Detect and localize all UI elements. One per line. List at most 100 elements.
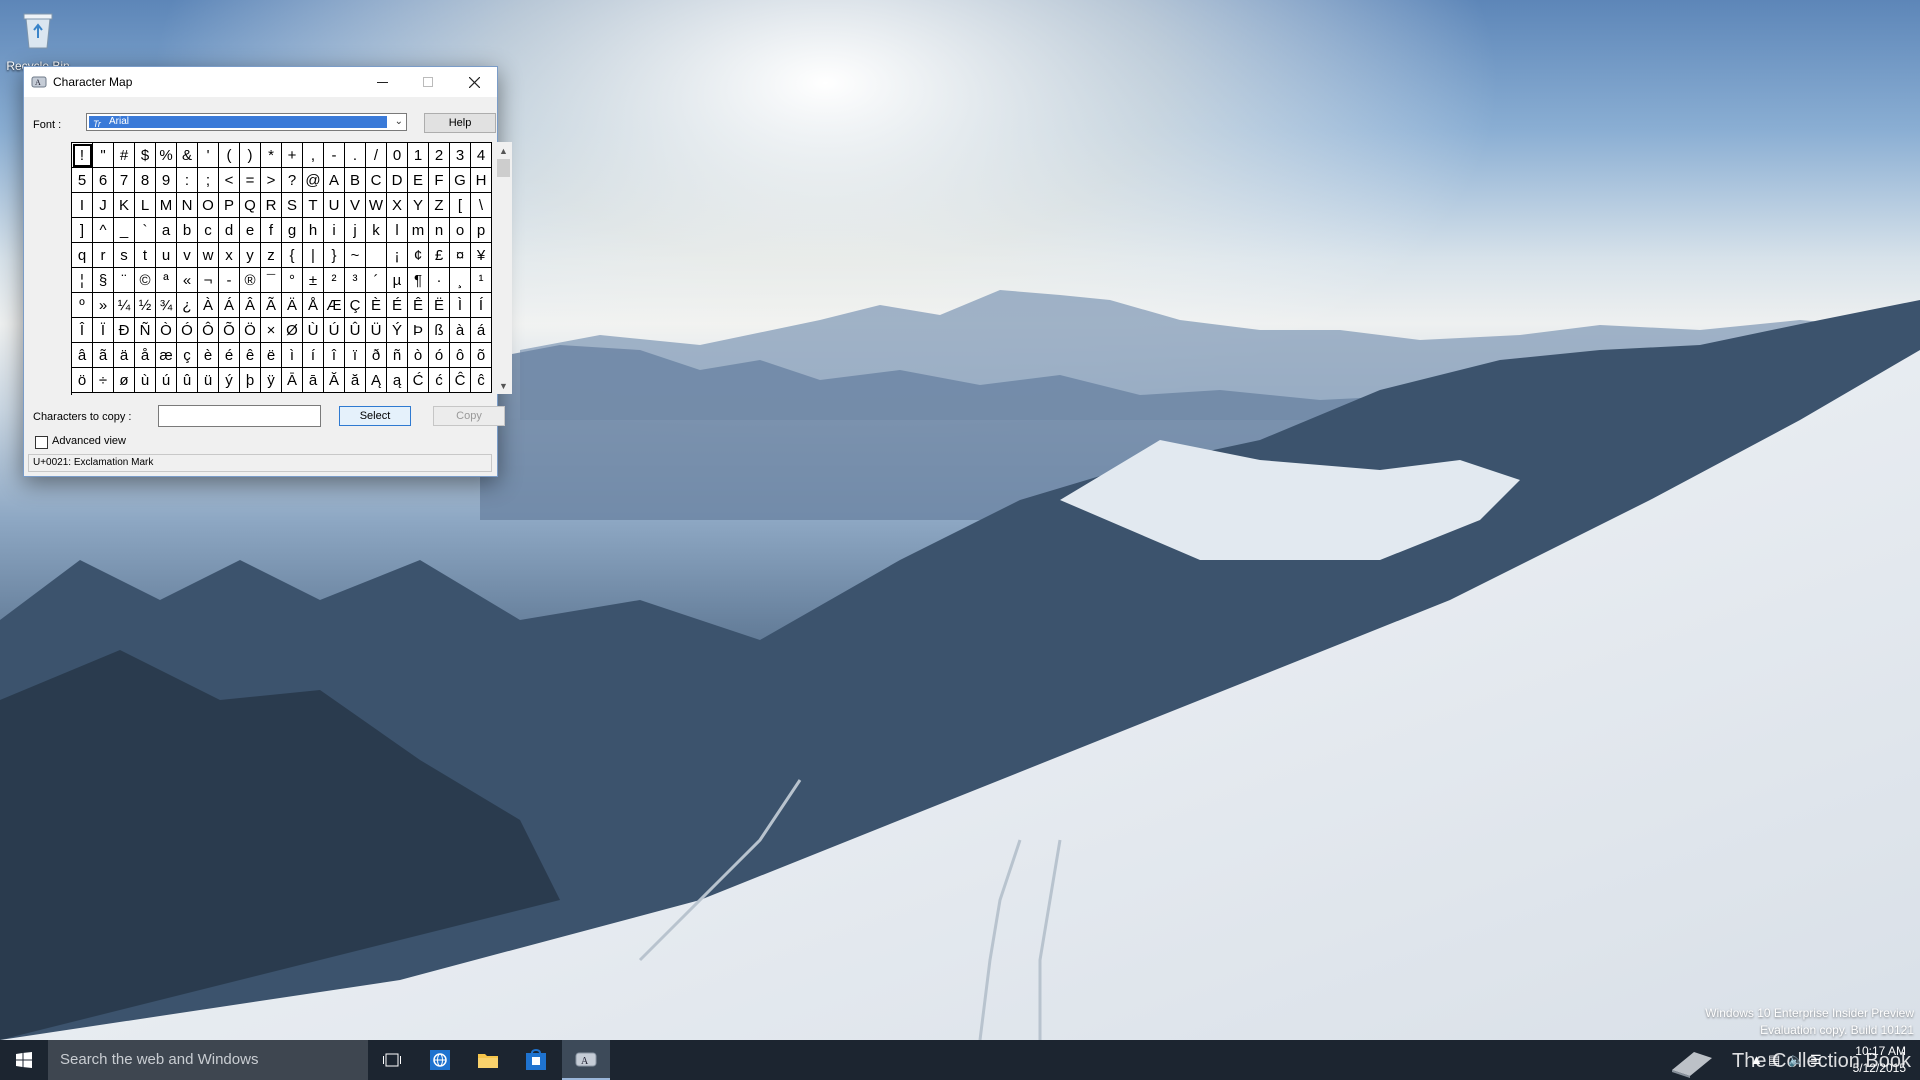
char-cell[interactable]: h	[303, 218, 324, 243]
char-cell[interactable]: ¦	[72, 268, 93, 293]
char-cell[interactable]: Ï	[93, 318, 114, 343]
char-cell[interactable]: ô	[450, 343, 471, 368]
char-cell[interactable]: º	[72, 293, 93, 318]
char-cell[interactable]: ^	[93, 218, 114, 243]
char-cell[interactable]: ò	[408, 343, 429, 368]
char-cell[interactable]: ¿	[177, 293, 198, 318]
char-cell[interactable]: O	[198, 193, 219, 218]
char-cell[interactable]: Þ	[408, 318, 429, 343]
char-cell[interactable]: Ă	[324, 368, 345, 393]
char-cell[interactable]: B	[345, 168, 366, 193]
char-cell[interactable]: ÿ	[261, 368, 282, 393]
taskbar-character-map[interactable]: A	[562, 1040, 610, 1080]
char-cell[interactable]: (	[219, 143, 240, 168]
help-button[interactable]: Help	[424, 113, 496, 133]
char-cell[interactable]: j	[345, 218, 366, 243]
char-cell[interactable]: M	[156, 193, 177, 218]
char-cell[interactable]: þ	[240, 368, 261, 393]
char-cell[interactable]: ·	[429, 268, 450, 293]
char-cell[interactable]: ¤	[450, 243, 471, 268]
char-cell[interactable]: ë	[261, 343, 282, 368]
char-cell[interactable]: ¢	[408, 243, 429, 268]
char-cell[interactable]: ý	[219, 368, 240, 393]
char-cell[interactable]: F	[429, 168, 450, 193]
char-cell[interactable]: ¸	[450, 268, 471, 293]
notifications-icon[interactable]: ☰	[1810, 1052, 1822, 1068]
char-cell[interactable]: Ü	[366, 318, 387, 343]
char-cell[interactable]: G	[450, 168, 471, 193]
char-cell[interactable]: '	[198, 143, 219, 168]
char-cell[interactable]: á	[471, 318, 492, 343]
char-cell[interactable]: í	[303, 343, 324, 368]
char-cell[interactable]: ù	[135, 368, 156, 393]
char-cell[interactable]: ®	[240, 268, 261, 293]
char-cell[interactable]: ¶	[408, 268, 429, 293]
char-cell[interactable]: n	[429, 218, 450, 243]
start-button[interactable]	[0, 1040, 48, 1080]
char-cell[interactable]: ó	[429, 343, 450, 368]
char-cell[interactable]: -	[324, 143, 345, 168]
char-cell[interactable]: E	[408, 168, 429, 193]
char-cell[interactable]: ª	[156, 268, 177, 293]
char-cell[interactable]: Ą	[366, 368, 387, 393]
char-cell[interactable]: b	[177, 218, 198, 243]
char-cell[interactable]: É	[387, 293, 408, 318]
char-cell[interactable]: Ä	[282, 293, 303, 318]
char-cell[interactable]: #	[114, 143, 135, 168]
char-cell[interactable]: ~	[345, 243, 366, 268]
char-cell[interactable]: »	[93, 293, 114, 318]
char-cell[interactable]: &	[177, 143, 198, 168]
char-cell[interactable]: H	[471, 168, 492, 193]
char-cell[interactable]: A	[324, 168, 345, 193]
char-cell[interactable]: *	[261, 143, 282, 168]
title-bar[interactable]: A Character Map	[24, 67, 497, 97]
char-cell[interactable]: æ	[156, 343, 177, 368]
char-cell[interactable]: `	[135, 218, 156, 243]
taskbar-store[interactable]	[512, 1040, 560, 1080]
char-cell[interactable]: 8	[135, 168, 156, 193]
char-cell[interactable]: a	[156, 218, 177, 243]
char-cell[interactable]: y	[240, 243, 261, 268]
char-cell[interactable]: Õ	[219, 318, 240, 343]
char-cell[interactable]: ö	[72, 368, 93, 393]
scroll-thumb[interactable]	[497, 159, 510, 177]
char-cell[interactable]: V	[345, 193, 366, 218]
char-cell[interactable]: ²	[324, 268, 345, 293]
char-cell[interactable]: 2	[429, 143, 450, 168]
char-cell[interactable]: £	[429, 243, 450, 268]
char-cell[interactable]: C	[366, 168, 387, 193]
char-cell[interactable]: Â	[240, 293, 261, 318]
recycle-bin-shortcut[interactable]: Recycle Bin	[6, 8, 70, 73]
char-cell[interactable]: Î	[72, 318, 93, 343]
grid-scrollbar[interactable]: ▲ ▼	[495, 142, 512, 394]
char-cell[interactable]: Ô	[198, 318, 219, 343]
char-cell[interactable]: ă	[345, 368, 366, 393]
char-cell[interactable]: N	[177, 193, 198, 218]
char-cell[interactable]: ¯	[261, 268, 282, 293]
char-cell[interactable]: I	[72, 193, 93, 218]
char-cell[interactable]: È	[366, 293, 387, 318]
char-cell[interactable]: X	[387, 193, 408, 218]
char-cell[interactable]: õ	[471, 343, 492, 368]
char-cell[interactable]: ]	[72, 218, 93, 243]
char-cell[interactable]: Ó	[177, 318, 198, 343]
font-dropdown[interactable]: Tr Arial ⌄	[86, 113, 407, 131]
char-cell[interactable]: Y	[408, 193, 429, 218]
char-cell[interactable]: 6	[93, 168, 114, 193]
close-button[interactable]	[451, 67, 497, 97]
char-cell[interactable]: ï	[345, 343, 366, 368]
char-cell[interactable]: û	[177, 368, 198, 393]
char-cell[interactable]: L	[135, 193, 156, 218]
scroll-down-icon[interactable]: ▼	[495, 377, 512, 394]
char-cell[interactable]: 4	[471, 143, 492, 168]
char-cell[interactable]: v	[177, 243, 198, 268]
char-cell[interactable]: ā	[303, 368, 324, 393]
char-cell[interactable]: $	[135, 143, 156, 168]
char-cell[interactable]: W	[366, 193, 387, 218]
char-cell[interactable]: ç	[177, 343, 198, 368]
char-cell[interactable]: .	[345, 143, 366, 168]
char-cell[interactable]: Ñ	[135, 318, 156, 343]
char-cell[interactable]: ê	[240, 343, 261, 368]
char-cell[interactable]: ü	[198, 368, 219, 393]
char-cell[interactable]: Ë	[429, 293, 450, 318]
